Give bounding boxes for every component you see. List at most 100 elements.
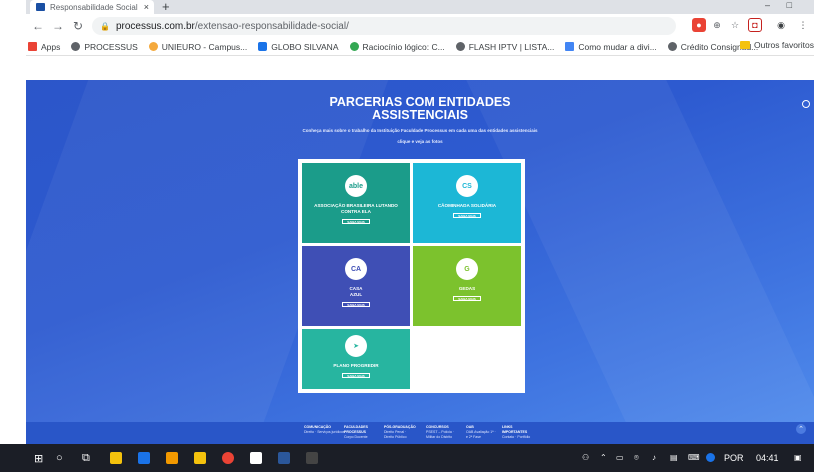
display-icon[interactable]: ▤ <box>670 453 678 462</box>
zoom-icon[interactable]: ⊕ <box>710 18 724 32</box>
bookmark-raciocinio[interactable]: Raciocínio lógico: C... <box>349 41 445 52</box>
firefox-icon[interactable] <box>166 452 178 464</box>
chrome-icon[interactable] <box>222 452 234 464</box>
extension-icon[interactable]: ● <box>692 18 706 32</box>
footer-link[interactable]: Direito Penal · Direito Público <box>384 430 416 440</box>
gedas-logo-icon: G <box>456 258 478 280</box>
bookmark-label: Raciocínio lógico: C... <box>362 41 445 52</box>
other-bookmarks-folder[interactable]: Outros favoritos <box>740 40 814 50</box>
footer-link[interactable]: Contato · Portfólio <box>502 435 532 440</box>
tab-responsabilidade-social[interactable]: Responsabilidade Social - Facult... × <box>30 0 154 14</box>
card-plano-progredir[interactable]: ➤ PLANO PROGREDIR SAIBA MAIS <box>302 329 410 389</box>
clock[interactable]: 04:41 <box>756 453 779 463</box>
photos-icon[interactable] <box>306 452 318 464</box>
windows-taskbar: ⊞ ○ ⧉ ⚇ ⌃ ▭ ⌾ ♪ ▤ ⌨ POR 04:41 ▣ <box>0 444 814 472</box>
card-name: ASSOCIAÇÃO BRASILEIRA LUTANDO CONTRA ELA <box>314 203 398 214</box>
browser-toolbar: ← → ↻ 🔒 processus.com.br/extensao-respon… <box>26 14 814 38</box>
saiba-mais-button[interactable]: SAIBA MAIS <box>342 302 370 307</box>
footer-column[interactable]: PÓS-GRADUAÇÃO Direito Penal · Direito Pú… <box>384 425 416 440</box>
saiba-mais-button[interactable]: SAIBA MAIS <box>453 213 481 218</box>
scroll-top-chevron-up-icon[interactable]: ⌃ <box>796 424 806 434</box>
page-cta-text: clique e veja as fotos <box>397 139 443 144</box>
url-path: /extensao-responsabilidade-social/ <box>194 20 349 32</box>
footer-column[interactable]: COMUNICAÇÃO Direito · Serviços jurídicos <box>304 425 345 435</box>
search-icon[interactable]: ○ <box>56 452 63 464</box>
back-arrow-icon[interactable]: ← <box>30 18 46 34</box>
card-name: GEDAS <box>458 286 476 291</box>
file-explorer-icon[interactable] <box>194 452 206 464</box>
lock-icon: 🔒 <box>100 21 110 31</box>
keyboard-icon[interactable]: ⌨ <box>688 453 700 462</box>
minimize-button[interactable]: – <box>765 0 770 10</box>
card-able[interactable]: able ASSOCIAÇÃO BRASILEIRA LUTANDO CONTR… <box>302 163 410 243</box>
folder-icon <box>740 41 750 49</box>
outlook-icon[interactable] <box>138 452 150 464</box>
unieuro-icon <box>148 42 158 51</box>
bookmark-unieuro[interactable]: UNIEURO - Campus... <box>148 41 248 52</box>
address-bar[interactable]: 🔒 processus.com.br/extensao-responsabili… <box>92 17 676 35</box>
people-icon[interactable]: ⚇ <box>582 453 589 462</box>
globo-icon <box>258 42 268 51</box>
page-footer: COMUNICAÇÃO Direito · Serviços jurídicos… <box>26 422 814 444</box>
casa-azul-logo-icon: CA <box>345 258 367 280</box>
new-tab-button[interactable]: + <box>162 0 170 13</box>
bookmark-processus[interactable]: PROCESSUS <box>71 42 138 52</box>
card-gedas[interactable]: G GEDAS SAIBA MAIS <box>413 246 521 326</box>
url-host: processus.com.br <box>115 20 195 32</box>
bookmark-label: UNIEURO - Campus... <box>161 41 248 52</box>
browser-window: Responsabilidade Social - Facult... × + … <box>26 0 814 472</box>
caominhada-logo-icon: CS <box>456 175 478 197</box>
bookmark-label: FLASH IPTV | LISTA... <box>468 41 555 52</box>
card-caominhada[interactable]: CS CÃOMINHADA SOLIDÁRIA SAIBA MAIS <box>413 163 521 243</box>
folder-label: Outros favoritos <box>754 40 814 50</box>
maximize-button[interactable]: □ <box>787 0 792 10</box>
shield-extension-icon[interactable]: ◘ <box>748 18 762 32</box>
saiba-mais-button[interactable]: SAIBA MAIS <box>342 373 370 378</box>
network-icon[interactable]: ⌾ <box>634 453 639 463</box>
bookmark-globo-silvana[interactable]: GLOBO SILVANA <box>258 42 339 52</box>
footer-link[interactable]: Direito · Serviços jurídicos <box>304 430 345 435</box>
footer-column[interactable]: LINKS IMPORTANTES Contato · Portfólio <box>502 425 532 440</box>
task-view-icon[interactable]: ⧉ <box>82 452 90 465</box>
menu-kebab-icon[interactable]: ⋮ <box>796 18 810 32</box>
globe-icon <box>455 42 465 51</box>
footer-heading: LINKS IMPORTANTES <box>502 425 528 434</box>
card-casa-azul[interactable]: CA CASA AZUL SAIBA MAIS <box>302 246 410 326</box>
arrow-right-logo-icon: ➤ <box>345 335 367 357</box>
globe-icon <box>71 42 81 51</box>
footer-column[interactable]: CONCURSOS PSEST – Polícia · Militar do D… <box>426 425 460 440</box>
saiba-mais-button[interactable]: SAIBA MAIS <box>342 219 370 224</box>
tab-strip: Responsabilidade Social - Facult... × + … <box>26 0 814 14</box>
notification-badge-icon[interactable] <box>706 453 715 462</box>
bookmark-flash-iptv[interactable]: FLASH IPTV | LISTA... <box>455 41 555 52</box>
saiba-mais-button[interactable]: SAIBA MAIS <box>453 296 481 301</box>
footer-link[interactable]: PSEST – Polícia · Militar do Distrito <box>426 430 460 440</box>
bookmark-apps[interactable]: Apps <box>28 42 60 52</box>
footer-column[interactable]: FACULDADES PROCESSUS Corpo Docente <box>344 425 376 440</box>
reload-icon[interactable]: ↻ <box>70 18 86 34</box>
app-icon[interactable] <box>250 452 262 464</box>
forward-arrow-icon[interactable]: → <box>50 18 66 34</box>
accessibility-icon[interactable] <box>802 100 810 108</box>
word-icon[interactable] <box>278 452 290 464</box>
star-bookmark-icon[interactable]: ☆ <box>728 18 742 32</box>
footer-link[interactable]: Corpo Docente <box>344 435 376 440</box>
chevron-up-icon[interactable]: ⌃ <box>600 453 607 462</box>
battery-icon[interactable]: ▭ <box>616 453 624 462</box>
footer-link[interactable]: OAB Avaliação 1ª · e 2ª Fase <box>466 430 496 440</box>
apps-grid-icon <box>28 42 37 51</box>
windows-start-icon[interactable]: ⊞ <box>34 452 43 465</box>
card-name: PLANO PROGREDIR <box>333 363 379 368</box>
store-icon[interactable] <box>110 452 122 464</box>
card-name: CASA AZUL <box>349 286 363 297</box>
footer-column[interactable]: OAB OAB Avaliação 1ª · e 2ª Fase <box>466 425 496 440</box>
profile-avatar-icon[interactable]: ◉ <box>774 18 788 32</box>
volume-icon[interactable]: ♪ <box>652 453 656 462</box>
page-title-line: ASSISTENCIAIS <box>372 108 468 122</box>
action-center-icon[interactable]: ▣ <box>794 453 802 462</box>
tab-title: Responsabilidade Social - Facult... <box>50 2 139 12</box>
language-indicator[interactable]: POR <box>724 453 744 463</box>
tab-close-icon[interactable]: × <box>144 2 149 12</box>
leaf-icon <box>349 42 359 51</box>
bookmark-como-mudar[interactable]: Como mudar a divi... <box>565 42 657 52</box>
